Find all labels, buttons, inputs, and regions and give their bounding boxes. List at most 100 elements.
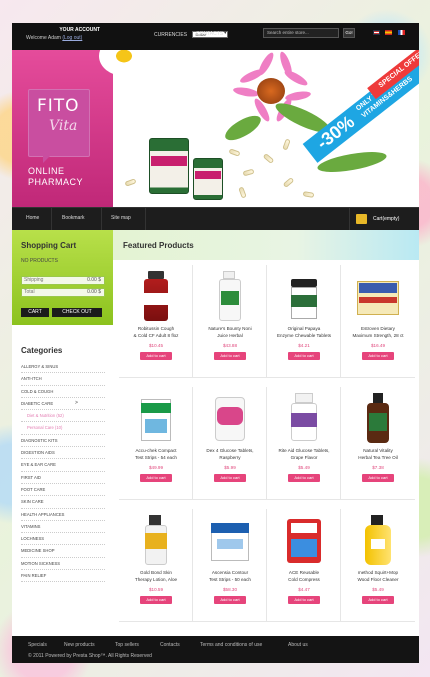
- footer-link-about[interactable]: About us: [288, 642, 308, 648]
- product-card: method Squirt+Mop Wood Floor Cleaner $5.49…: [341, 509, 415, 622]
- add-to-cart-button[interactable]: Add to cart: [140, 352, 172, 360]
- category-item[interactable]: EYE & EAR CARE: [21, 459, 105, 472]
- tagline-line1: ONLINE: [28, 166, 65, 176]
- search-button[interactable]: Go!: [343, 28, 355, 38]
- add-to-cart-button[interactable]: Add to cart: [140, 474, 172, 482]
- add-to-cart-button[interactable]: Add to cart: [362, 352, 394, 360]
- product-name[interactable]: Rite Aid Glucose Tablets, Grape Flavor: [270, 447, 338, 461]
- category-label: ALLERGY & SINUS: [21, 364, 59, 369]
- add-to-cart-button[interactable]: Add to cart: [140, 596, 172, 604]
- contour-box-icon[interactable]: [209, 515, 251, 565]
- category-item[interactable]: PAIN RELIEF: [21, 570, 105, 583]
- ace-compress-icon[interactable]: [283, 515, 325, 565]
- product-image-part: [148, 271, 164, 279]
- tea-tree-oil-icon[interactable]: [357, 393, 399, 443]
- nav-divider: [349, 208, 350, 230]
- add-to-cart-button[interactable]: Add to cart: [288, 596, 320, 604]
- add-to-cart-button[interactable]: Add to cart: [214, 474, 246, 482]
- product-image-part: [359, 283, 397, 293]
- product-image-part: [371, 539, 385, 549]
- product-name[interactable]: Original Papaya Enzyme Chewable Tablets: [270, 325, 338, 339]
- category-item[interactable]: SKIN CARE: [21, 496, 105, 509]
- checkout-button[interactable]: CHECK OUT: [52, 308, 102, 317]
- category-label: ANTI-ITCH: [21, 376, 42, 382]
- footer: Specials New products Top sellers Contac…: [12, 636, 419, 663]
- product-name[interactable]: Gold Bond Skin Therapy Lotion, Aloe: [122, 569, 190, 583]
- yellow-cleaner-bottle-icon[interactable]: [357, 515, 399, 565]
- product-name[interactable]: Ascensia Contour Test Strips - 50 each: [196, 569, 264, 583]
- product-price: $43.88: [222, 343, 238, 348]
- hero-banner[interactable]: -30% ONLY TODAY VITAMINS&HERBS SPECIAL O…: [99, 50, 419, 207]
- nav-home[interactable]: Home: [26, 215, 39, 221]
- red-syrup-bottle-icon[interactable]: [135, 271, 177, 321]
- category-item[interactable]: ALLERGY & SINUS: [21, 361, 105, 374]
- category-item[interactable]: DIABETIC CARE >: [21, 398, 105, 411]
- uk-flag-icon[interactable]: [373, 30, 380, 35]
- lotion-bottle-icon[interactable]: [135, 515, 177, 565]
- product-name[interactable]: Natural Vitality Herbal Tea Tree Oil: [344, 447, 412, 461]
- glucose-tablets-icon[interactable]: [209, 393, 251, 443]
- product-card: Original Papaya Enzyme Chewable Tablets $4…: [267, 265, 341, 378]
- footer-link-top-sellers[interactable]: Top sellers: [115, 642, 139, 648]
- add-to-cart-button[interactable]: Add to cart: [288, 352, 320, 360]
- footer-link-specials[interactable]: Specials: [28, 642, 47, 648]
- spain-flag-icon[interactable]: [385, 30, 393, 35]
- tagline: ONLINE PHARMACY: [28, 166, 83, 188]
- add-to-cart-button[interactable]: Add to cart: [214, 352, 246, 360]
- product-image-part: [291, 523, 317, 533]
- product-name[interactable]: Estroven Dietary Maximum Strength, 28 ct: [344, 325, 412, 339]
- category-item[interactable]: MEDICINE SHOP: [21, 545, 105, 558]
- product-card: Gold Bond Skin Therapy Lotion, Aloe $10.59…: [119, 509, 193, 622]
- add-to-cart-button[interactable]: Add to cart: [362, 596, 394, 604]
- cart-button[interactable]: CART: [21, 308, 49, 317]
- category-item[interactable]: LOCHNESS: [21, 533, 105, 546]
- test-strips-box-icon[interactable]: [135, 393, 177, 443]
- nav-bookmark[interactable]: Bookmark: [62, 215, 85, 221]
- category-item[interactable]: HEALTH APPLIANCES: [21, 509, 105, 521]
- main-nav: Home Bookmark Site map Cart(empty): [12, 207, 419, 230]
- logout-link[interactable]: (Log out): [62, 35, 82, 41]
- cart-icon[interactable]: [356, 214, 367, 224]
- subcategory-item[interactable]: Diet & Nutrition (52): [21, 410, 105, 423]
- category-item[interactable]: MOTION SICKNESS: [21, 558, 105, 571]
- add-to-cart-button[interactable]: Add to cart: [214, 596, 246, 604]
- estroven-box-icon[interactable]: [357, 271, 399, 321]
- footer-link-new-products[interactable]: New products: [64, 642, 95, 648]
- footer-link-terms[interactable]: Terms and conditions of use: [200, 642, 262, 648]
- product-image-part: [211, 523, 249, 533]
- category-item[interactable]: FIRST AID: [21, 472, 105, 484]
- footer-link-contacts[interactable]: Contacts: [160, 642, 180, 648]
- account-title[interactable]: YOUR ACCOUNT: [26, 27, 106, 33]
- product-name[interactable]: Robitussin Cough & Cold CF Adult 8 floz: [122, 325, 190, 339]
- product-name-line2: Herbal Tea Tree Oil: [358, 455, 398, 460]
- add-to-cart-button[interactable]: Add to cart: [288, 474, 320, 482]
- contacts-link[interactable]: CONTACTS: [196, 31, 223, 37]
- france-flag-icon[interactable]: [397, 30, 405, 35]
- product-name[interactable]: ACE Reusable Cold Compress: [270, 569, 338, 583]
- papaya-jar-icon[interactable]: [283, 271, 325, 321]
- category-item[interactable]: ANTI-ITCH: [21, 373, 105, 386]
- category-item[interactable]: VITAMINS: [21, 521, 105, 534]
- nav-cart-link[interactable]: Cart(empty): [373, 216, 399, 222]
- subcategory-item[interactable]: Personal Care (10): [21, 422, 105, 435]
- rite-aid-bottle-icon[interactable]: [283, 393, 325, 443]
- logo[interactable]: FITO Vita: [28, 89, 90, 163]
- product-name[interactable]: method Squirt+Mop Wood Floor Cleaner: [344, 569, 412, 583]
- product-name[interactable]: Dex 4 Glucose Tablets, Raspberry: [196, 447, 264, 461]
- category-item[interactable]: DIAGNOSTIC KITS: [21, 435, 105, 448]
- product-name[interactable]: Accu-chek Compact Test Strips - 54 each: [122, 447, 190, 461]
- category-item[interactable]: COLD & COUGH: [21, 386, 105, 398]
- product-image-part: [145, 419, 167, 433]
- category-item[interactable]: DIGESTION AIDS: [21, 447, 105, 460]
- bottle-label-stripe: [151, 156, 187, 166]
- product-name-line2: Therapy Lotion, Aloe: [134, 577, 178, 582]
- add-to-cart-button[interactable]: Add to cart: [362, 474, 394, 482]
- chevron-right-icon: >: [75, 399, 78, 406]
- noni-juice-bottle-icon[interactable]: [209, 271, 251, 321]
- product-name[interactable]: Nature's Bounty Noni Juice Herbal: [196, 325, 264, 339]
- nav-sitemap[interactable]: Site map: [111, 215, 131, 221]
- product-image-part: [223, 271, 235, 279]
- category-item[interactable]: FOOT CARE: [21, 484, 105, 497]
- brand-panel: FITO Vita ONLINE PHARMACY: [12, 50, 113, 207]
- search-input[interactable]: Search entire store...: [263, 28, 339, 38]
